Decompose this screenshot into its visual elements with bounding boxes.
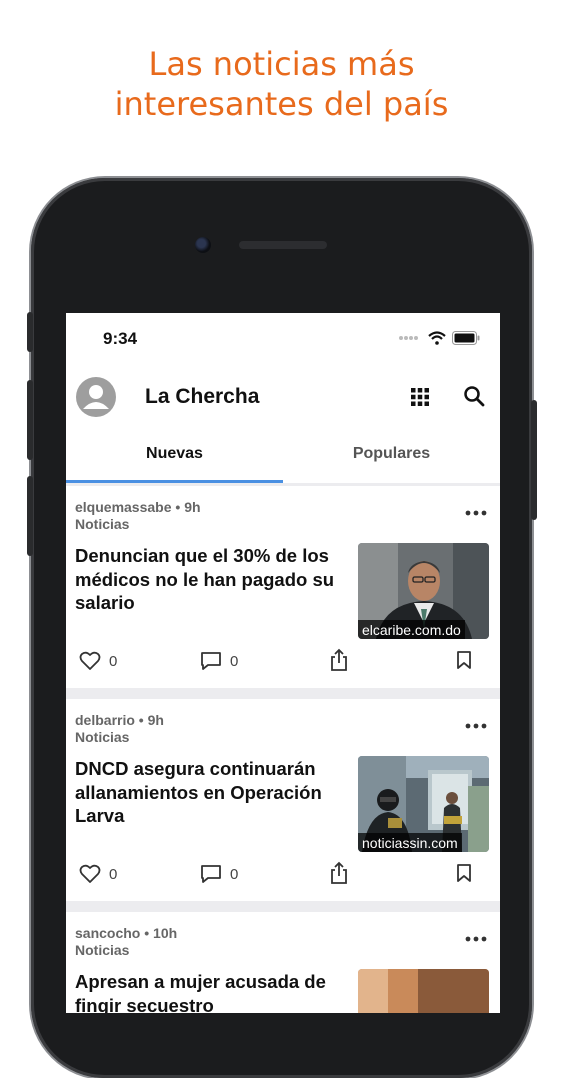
post-author[interactable]: elquemassabe [75, 499, 172, 515]
signal-dots-icon [399, 336, 418, 340]
grid-icon[interactable] [410, 387, 430, 407]
wifi-icon [428, 331, 446, 345]
comment-button[interactable]: 0 [200, 864, 238, 884]
app-screen: 9:34 La Chercha Nuevas Populares elquema… [66, 313, 500, 1013]
headline-line-2: interesantes del país [114, 85, 449, 123]
post-time: 9h [147, 712, 164, 728]
front-camera [195, 237, 211, 253]
status-icons [398, 331, 480, 345]
battery-icon [452, 331, 480, 345]
phone-power-button [531, 400, 537, 520]
phone-volume-down-button [27, 476, 33, 556]
feed-card[interactable]: sancocho • 10h Noticias Apresan a mujer … [66, 912, 500, 1013]
news-photo [358, 969, 489, 1013]
post-author[interactable]: delbarrio [75, 712, 135, 728]
comment-icon [201, 652, 221, 670]
post-title[interactable]: DNCD asegura continuarán allanamientos e… [75, 757, 340, 828]
post-meta: sancocho • 10h [75, 924, 177, 942]
like-count: 0 [109, 865, 118, 883]
comment-count: 0 [230, 652, 239, 670]
app-bar: La Chercha [66, 363, 500, 433]
tab-indicator [66, 480, 283, 483]
like-button[interactable]: 0 [79, 651, 117, 671]
post-actions: 0 0 [66, 646, 500, 676]
post-category[interactable]: Noticias [75, 729, 129, 745]
earpiece-speaker [239, 241, 327, 249]
feed-card[interactable]: elquemassabe • 9h Noticias Denuncian que… [66, 486, 500, 688]
comment-button[interactable]: 0 [200, 651, 238, 671]
tab-bar: Nuevas Populares [66, 433, 500, 483]
meta-separator: • [138, 712, 144, 728]
tab-nuevas[interactable]: Nuevas [66, 433, 283, 483]
more-options-icon[interactable] [464, 934, 488, 944]
bookmark-icon[interactable] [456, 650, 472, 670]
post-time: 10h [153, 925, 178, 941]
phone-mute-switch [27, 312, 33, 352]
post-thumbnail[interactable] [358, 969, 489, 1013]
post-title[interactable]: Apresan a mujer acusada de fingir secues… [75, 970, 340, 1013]
promo-headline: Las noticias más interesantes del país [0, 44, 563, 124]
more-options-icon[interactable] [464, 721, 488, 731]
post-meta: delbarrio • 9h [75, 711, 164, 729]
comment-count: 0 [230, 865, 239, 883]
bookmark-icon[interactable] [456, 863, 472, 883]
like-count: 0 [109, 652, 118, 670]
post-thumbnail[interactable]: elcaribe.com.do [358, 543, 489, 639]
post-time: 9h [184, 499, 201, 515]
avatar-icon[interactable] [76, 377, 116, 417]
share-icon[interactable] [329, 861, 349, 885]
like-button[interactable]: 0 [79, 864, 117, 884]
phone-volume-up-button [27, 380, 33, 460]
more-options-icon[interactable] [464, 508, 488, 518]
post-meta: elquemassabe • 9h [75, 498, 201, 516]
heart-icon [79, 864, 101, 883]
tab-populares[interactable]: Populares [283, 433, 500, 483]
search-icon[interactable] [463, 385, 485, 407]
post-thumbnail[interactable]: noticiassin.com [358, 756, 489, 852]
post-category[interactable]: Noticias [75, 942, 129, 958]
feed-card[interactable]: delbarrio • 9h Noticias DNCD asegura con… [66, 699, 500, 901]
post-actions: 0 0 [66, 859, 500, 889]
post-title[interactable]: Denuncian que el 30% de los médicos no l… [75, 544, 340, 615]
headline-line-1: Las noticias más [148, 45, 415, 83]
status-time: 9:34 [103, 329, 138, 348]
heart-icon [79, 651, 101, 670]
post-category[interactable]: Noticias [75, 516, 129, 532]
app-title: La Chercha [145, 385, 260, 408]
status-bar: 9:34 [66, 313, 500, 363]
meta-separator: • [144, 925, 150, 941]
comment-icon [201, 865, 221, 883]
share-icon[interactable] [329, 648, 349, 672]
thumbnail-source-label: noticiassin.com [358, 833, 462, 852]
thumbnail-source-label: elcaribe.com.do [358, 620, 465, 639]
meta-separator: • [175, 499, 181, 515]
post-author[interactable]: sancocho [75, 925, 140, 941]
